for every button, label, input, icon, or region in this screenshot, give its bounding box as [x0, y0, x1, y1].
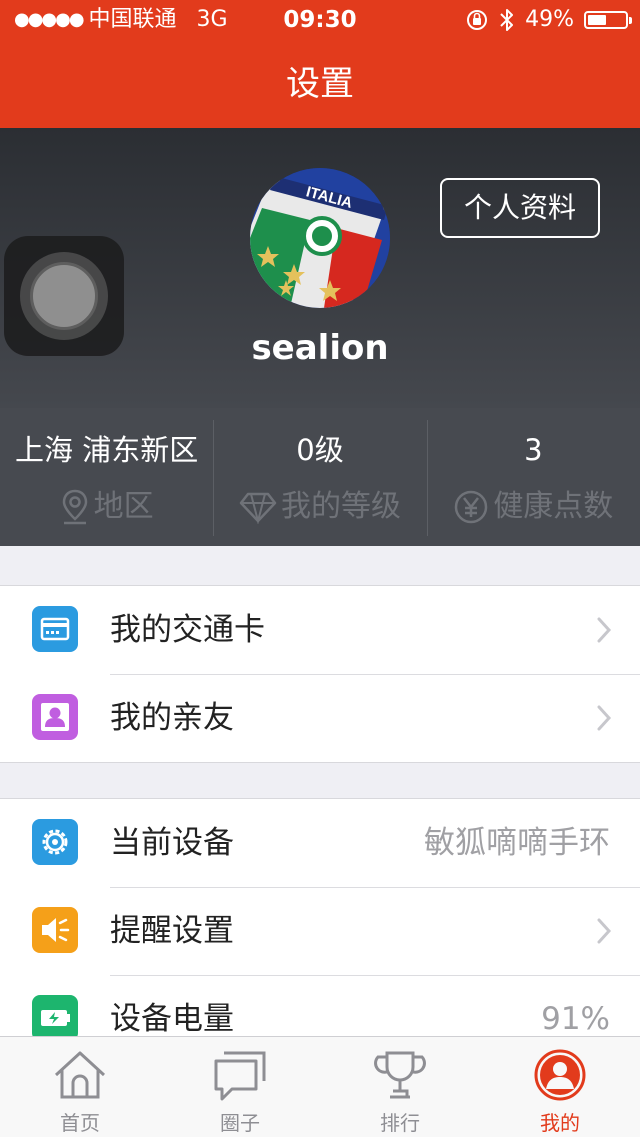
- stat-level-label: 我的等级: [280, 489, 401, 524]
- stat-region-value: 上海 浦东新区: [15, 433, 199, 467]
- list-item-transit-card[interactable]: 我的交通卡: [0, 586, 640, 674]
- chevron-right-icon: [597, 918, 612, 944]
- yen-coin-icon: [455, 490, 488, 524]
- profile-details-button[interactable]: 个人资料: [440, 178, 600, 238]
- list-item-current-device[interactable]: 当前设备 敏狐嘀嘀手环: [0, 799, 640, 887]
- stat-health-points-value: 3: [524, 433, 543, 467]
- stat-level-value: 0级: [296, 433, 344, 467]
- speaker-icon: [32, 907, 78, 953]
- tab-ranking-label: 排行: [380, 1111, 420, 1135]
- contact-person-icon: [32, 694, 78, 740]
- stat-region[interactable]: 上海 浦东新区 地区: [0, 408, 213, 546]
- list-group-device: 当前设备 敏狐嘀嘀手环 提醒设置 设备电量 91%: [0, 798, 640, 1064]
- avatar[interactable]: ITALIA: [250, 168, 390, 308]
- tab-bar: 首页 圈子 排行 我的: [0, 1036, 640, 1137]
- battery-percent: 49%: [525, 7, 574, 32]
- stat-health-points[interactable]: 3 健康点数: [426, 408, 640, 546]
- stat-region-label: 地区: [93, 489, 154, 524]
- assistive-touch-knob: [30, 262, 98, 330]
- tab-home-label: 首页: [60, 1111, 100, 1135]
- stat-health-points-label: 健康点数: [493, 489, 614, 524]
- status-bar: ●●●●● 中国联通 3G 09:30 49%: [0, 0, 640, 40]
- transit-card-label: 我的交通卡: [110, 612, 265, 648]
- transit-card-icon: [32, 606, 78, 652]
- location-pin-icon: [62, 489, 87, 525]
- italia-crest-icon: ITALIA: [250, 168, 390, 308]
- stat-level[interactable]: 0级 我的等级: [213, 408, 426, 546]
- top-bar: ●●●●● 中国联通 3G 09:30 49% 设置: [0, 0, 640, 128]
- tab-mine-label: 我的: [540, 1111, 580, 1135]
- tab-home[interactable]: 首页: [0, 1037, 160, 1137]
- reminder-settings-label: 提醒设置: [110, 913, 234, 949]
- stats-bar: 上海 浦东新区 地区 0级 我的等级 3 健康点数: [0, 408, 640, 546]
- home-icon: [54, 1051, 106, 1099]
- family-label: 我的亲友: [110, 700, 234, 736]
- chevron-right-icon: [597, 705, 612, 731]
- stat-region-label-row: 地区: [0, 486, 213, 528]
- stat-health-points-label-row: 健康点数: [427, 486, 640, 528]
- profile-icon: [534, 1049, 586, 1101]
- current-device-label: 当前设备: [110, 825, 234, 861]
- tab-circle[interactable]: 圈子: [160, 1037, 320, 1137]
- chat-icon: [214, 1051, 266, 1101]
- battery-icon: [584, 11, 632, 29]
- rotation-lock-icon: [467, 10, 488, 30]
- list-group-personal: 我的交通卡 我的亲友: [0, 585, 640, 763]
- battery-charging-icon: [32, 995, 78, 1041]
- tab-ranking[interactable]: 排行: [320, 1037, 480, 1137]
- list-item-reminder-settings[interactable]: 提醒设置: [0, 887, 640, 975]
- page-title: 设置: [286, 64, 354, 104]
- profile-header: ITALIA 个人资料 sealion: [0, 128, 640, 408]
- tab-mine[interactable]: 我的: [480, 1037, 640, 1137]
- trophy-icon: [374, 1051, 426, 1099]
- list-item-family[interactable]: 我的亲友: [0, 674, 640, 762]
- diamond-icon: [239, 492, 277, 524]
- gear-icon: [32, 819, 78, 865]
- battery-level-fill: [588, 15, 606, 25]
- status-right: 49%: [465, 0, 632, 40]
- stat-level-label-row: 我的等级: [213, 486, 426, 528]
- username: sealion: [251, 328, 389, 368]
- current-device-value: 敏狐嘀嘀手环: [424, 825, 610, 861]
- tab-circle-label: 圈子: [220, 1111, 260, 1135]
- bluetooth-icon: [500, 9, 514, 31]
- chevron-right-icon: [597, 617, 612, 643]
